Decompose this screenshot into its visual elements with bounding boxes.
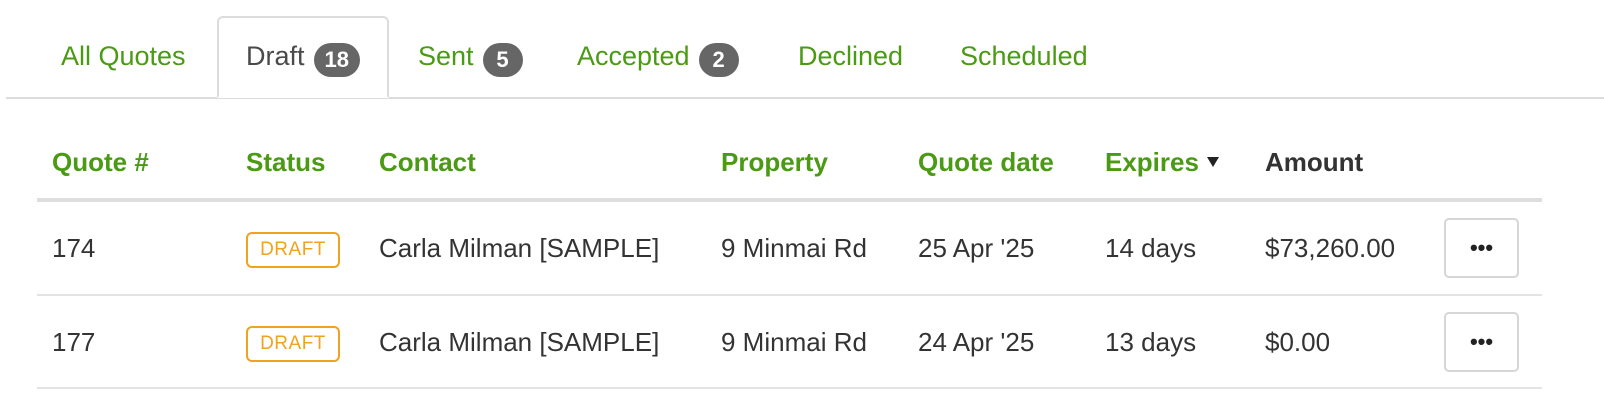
column-header-contact[interactable]: Contact: [379, 147, 476, 178]
ellipsis-icon: •••: [1469, 329, 1494, 354]
quote-status-tabs: All Quotes Draft 18 Sent 5 Accepted 2 De…: [0, 0, 1604, 100]
tab-label: Accepted: [577, 40, 690, 71]
expires-in: 13 days: [1105, 327, 1197, 357]
ellipsis-icon: •••: [1469, 235, 1494, 260]
quote-date: 24 Apr '25: [918, 327, 1035, 357]
contact-name: Carla Milman [SAMPLE]: [379, 327, 660, 357]
quote-number: 174: [52, 233, 96, 263]
tab-label: All Quotes: [61, 40, 186, 71]
quote-amount: $0.00: [1265, 327, 1331, 357]
more-actions-button[interactable]: •••: [1444, 312, 1519, 372]
more-actions-button[interactable]: •••: [1444, 218, 1519, 278]
tab-label: Sent: [418, 40, 474, 71]
tab-count-badge: 18: [313, 42, 360, 77]
tab-all-quotes[interactable]: All Quotes: [61, 16, 186, 98]
tab-label: Declined: [798, 40, 904, 71]
contact-name: Carla Milman [SAMPLE]: [379, 233, 660, 263]
tab-sent[interactable]: Sent 5: [418, 16, 523, 98]
tab-label: Draft: [246, 40, 305, 71]
column-header-expires-label: Expires: [1105, 147, 1199, 177]
header-divider: [37, 198, 1542, 202]
tab-label: Scheduled: [960, 40, 1088, 71]
tab-scheduled[interactable]: Scheduled: [960, 16, 1088, 98]
column-header-status[interactable]: Status: [246, 147, 325, 178]
quote-date: 25 Apr '25: [918, 233, 1035, 263]
property-address: 9 Minmai Rd: [721, 233, 867, 263]
column-header-property[interactable]: Property: [721, 147, 828, 178]
row-divider: [37, 387, 1542, 389]
tab-accepted[interactable]: Accepted 2: [577, 16, 739, 98]
quote-amount: $73,260.00: [1265, 233, 1396, 263]
expires-in: 14 days: [1105, 233, 1197, 263]
tab-count-badge: 2: [698, 42, 739, 77]
tab-draft[interactable]: Draft 18: [217, 16, 389, 98]
quote-number: 177: [52, 327, 96, 357]
tab-count-badge: 5: [482, 42, 523, 77]
column-header-quote-number[interactable]: Quote #: [52, 147, 149, 178]
caret-down-icon: [1206, 157, 1219, 167]
row-divider: [37, 294, 1542, 296]
column-header-expires[interactable]: Expires: [1105, 147, 1219, 178]
tab-declined[interactable]: Declined: [798, 16, 903, 98]
status-badge: DRAFT: [246, 232, 340, 268]
status-badge: DRAFT: [246, 326, 340, 362]
column-header-amount: Amount: [1265, 147, 1364, 177]
column-header-quote-date[interactable]: Quote date: [918, 147, 1054, 178]
property-address: 9 Minmai Rd: [721, 327, 867, 357]
